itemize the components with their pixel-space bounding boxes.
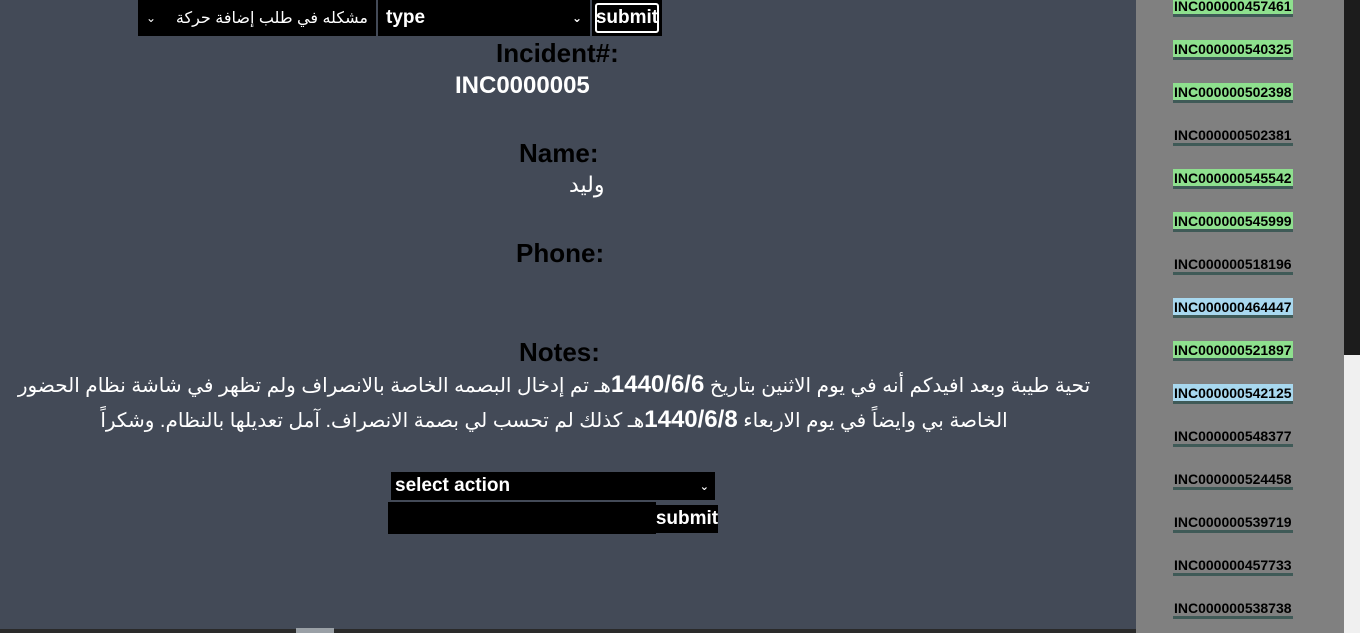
incident-link[interactable]: INC000000539719 [1173,513,1293,533]
action-select[interactable]: select action ⌄ [391,472,715,500]
action-comment-input[interactable] [388,502,656,534]
category-select-value: مشكله في طلب إضافة حركة [175,10,368,27]
chevron-down-icon: ⌄ [146,11,157,25]
notes-label: Notes: [519,337,600,367]
type-select[interactable]: type ⌄ [378,0,592,36]
category-select[interactable]: مشكله في طلب إضافة حركة ⌄ [138,0,378,36]
bottom-scroll-handle[interactable] [296,628,334,633]
notes-text: تحية طيبة وبعد افيدكم أنه في يوم الاثنين… [6,368,1102,438]
filter-submit-wrap: submit [592,0,662,36]
incident-link[interactable]: INC000000518196 [1173,255,1293,275]
incident-link[interactable]: INC000000464447 [1173,298,1293,318]
action-select-value: select action [395,475,511,496]
type-select-value: type [386,7,426,28]
name-label: Name: [519,138,599,168]
incident-link[interactable]: INC000000545542 [1173,169,1293,189]
filter-submit-button[interactable]: submit [595,3,659,33]
filter-bar: مشكله في طلب إضافة حركة ⌄ type ⌄ submit [138,0,662,36]
incident-number-value: INC0000005 [455,72,590,99]
bottom-border [0,629,1136,633]
scrollbar-thumb[interactable] [1344,0,1360,355]
notes-date: 1440/6/8 [644,406,738,433]
incident-link[interactable]: INC000000540325 [1173,40,1293,60]
notes-date: 1440/6/6 [610,371,705,398]
notes-text-part: تحية طيبة وبعد افيدكم أنه في يوم الاثنين… [704,375,1091,397]
incident-link[interactable]: INC000000502398 [1173,83,1293,103]
incident-link[interactable]: INC000000538738 [1173,599,1293,619]
name-value: وليد [569,172,605,197]
incident-link[interactable]: INC000000548377 [1173,427,1293,447]
incident-link[interactable]: INC000000542125 [1173,384,1293,404]
chevron-down-icon: ⌄ [699,480,709,493]
notes-text-part: هـ كذلك لم تحسب لي بصمة الانصراف. آمل تع… [100,410,645,432]
phone-label: Phone: [516,238,605,268]
incident-link[interactable]: INC000000524458 [1173,470,1293,490]
incident-link[interactable]: INC000000502381 [1173,126,1293,146]
incident-link[interactable]: INC000000545999 [1173,212,1293,232]
incident-number-label: Incident#: [496,38,619,68]
chevron-down-icon: ⌄ [571,11,582,25]
action-submit-button[interactable]: submit [656,505,718,533]
incident-link[interactable]: INC000000521897 [1173,341,1293,361]
incident-link[interactable]: INC000000457733 [1173,556,1293,576]
incident-link[interactable]: INC000000457461 [1173,0,1293,17]
